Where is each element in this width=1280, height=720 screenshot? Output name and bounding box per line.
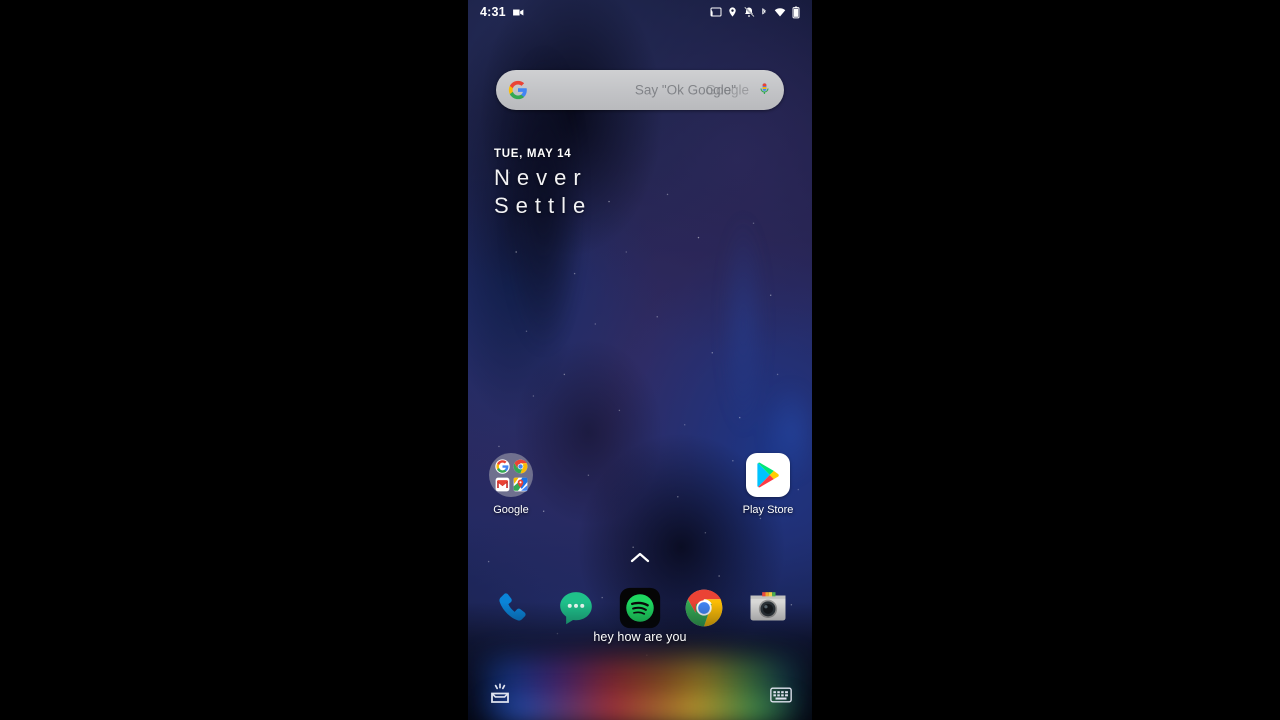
dock-app-phone[interactable] <box>490 586 534 630</box>
play-store-icon <box>746 453 790 497</box>
google-search-bar[interactable]: Google Say "Ok Google" <box>496 70 784 110</box>
phone-screen: 4:31 Google Say "Ok Google" TUE, MAY 14 … <box>468 0 812 720</box>
dock-app-messages[interactable] <box>554 586 598 630</box>
chrome-icon <box>685 589 723 627</box>
google-folder-icon <box>489 453 533 497</box>
google-icon <box>494 458 510 474</box>
status-bar: 4:31 <box>468 0 812 24</box>
widget-line-2: Settle <box>494 193 593 218</box>
gmail-icon <box>495 477 510 492</box>
maps-icon <box>513 477 528 492</box>
chevron-up-icon <box>630 552 650 563</box>
battery-icon <box>792 6 800 19</box>
messages-icon <box>560 592 592 625</box>
location-icon <box>727 6 738 18</box>
dock-app-camera[interactable] <box>746 586 790 630</box>
dock-app-spotify[interactable] <box>618 586 662 630</box>
status-clock: 4:31 <box>480 5 506 19</box>
dock-app-chrome[interactable] <box>682 586 726 630</box>
keyboard-icon[interactable] <box>770 686 792 704</box>
app-label-play-store: Play Store <box>742 504 794 516</box>
widget-line-1: Never <box>494 165 588 190</box>
home-app-play-store[interactable]: Play Store <box>728 453 808 516</box>
google-g-logo-icon <box>508 80 528 100</box>
status-bar-left: 4:31 <box>480 5 525 19</box>
spotify-icon <box>619 587 661 629</box>
chrome-icon <box>513 459 528 474</box>
camera-icon <box>750 592 786 621</box>
app-label-google: Google <box>493 504 529 516</box>
status-bar-right <box>710 6 800 19</box>
wifi-icon <box>773 6 787 18</box>
search-hint-ok-google: Say "Ok Google" <box>634 82 736 98</box>
home-app-google-folder[interactable]: Google <box>471 453 551 516</box>
screen-root: 4:31 Google Say "Ok Google" TUE, MAY 14 … <box>0 0 1280 720</box>
search-hint-area: Google Say "Ok Google" <box>528 70 753 110</box>
phone-icon <box>499 593 526 621</box>
google-lens-icon[interactable] <box>488 682 512 706</box>
widget-date: TUE, MAY 14 <box>494 148 572 160</box>
notifications-silenced-icon <box>743 6 755 18</box>
bluetooth-icon <box>760 6 768 18</box>
dock <box>468 582 812 634</box>
microphone-icon[interactable] <box>757 80 772 100</box>
cast-icon <box>710 6 722 18</box>
app-drawer-handle[interactable] <box>626 548 654 568</box>
date-and-quote-widget[interactable]: TUE, MAY 14 Never Settle <box>494 148 592 220</box>
screen-record-icon <box>512 6 525 19</box>
